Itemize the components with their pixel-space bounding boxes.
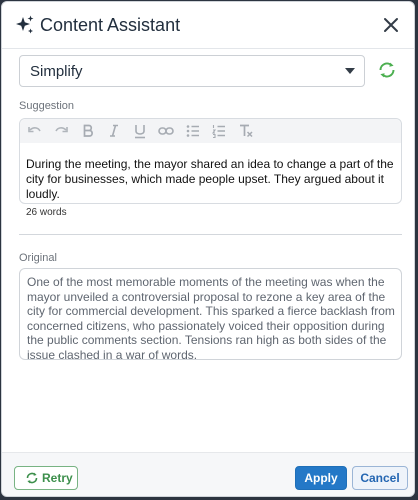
chevron-down-icon bbox=[345, 68, 355, 74]
original-label: Original bbox=[19, 252, 57, 264]
bulleted-list-icon[interactable] bbox=[184, 122, 202, 140]
dialog-header: Content Assistant bbox=[2, 2, 414, 49]
close-icon[interactable] bbox=[382, 16, 400, 34]
original-text: One of the most memorable moments of the… bbox=[27, 275, 395, 362]
editor-toolbar bbox=[20, 119, 401, 143]
suggestion-text[interactable]: During the meeting, the mayor shared an … bbox=[26, 157, 398, 202]
retry-button-label: Retry bbox=[42, 471, 73, 485]
dialog-footer: Retry Apply Cancel bbox=[2, 452, 414, 496]
original-text-box: One of the most memorable moments of the… bbox=[19, 268, 402, 362]
word-count: 26 words bbox=[26, 207, 67, 218]
clear-formatting-icon[interactable] bbox=[237, 122, 255, 140]
redo-icon[interactable] bbox=[52, 122, 70, 140]
retry-button[interactable]: Retry bbox=[14, 466, 78, 490]
bold-icon[interactable] bbox=[79, 122, 97, 140]
sparkle-icon bbox=[16, 15, 34, 34]
numbered-list-icon[interactable] bbox=[210, 122, 228, 140]
italic-icon[interactable] bbox=[105, 122, 123, 140]
cancel-button[interactable]: Cancel bbox=[352, 466, 408, 490]
section-divider bbox=[19, 234, 402, 235]
refresh-icon[interactable] bbox=[376, 59, 398, 81]
content-assistant-dialog: Content Assistant Simplify Suggestion Du… bbox=[1, 1, 415, 497]
mode-select-value: Simplify bbox=[30, 63, 83, 80]
suggestion-editor[interactable]: During the meeting, the mayor shared an … bbox=[19, 118, 402, 204]
suggestion-label: Suggestion bbox=[19, 100, 75, 112]
mode-select[interactable]: Simplify bbox=[19, 55, 365, 87]
dialog-title: Content Assistant bbox=[40, 15, 181, 35]
link-icon[interactable] bbox=[157, 122, 175, 140]
retry-icon bbox=[26, 472, 38, 484]
apply-button[interactable]: Apply bbox=[295, 466, 347, 490]
undo-icon[interactable] bbox=[26, 122, 44, 140]
underline-icon[interactable] bbox=[131, 122, 149, 140]
